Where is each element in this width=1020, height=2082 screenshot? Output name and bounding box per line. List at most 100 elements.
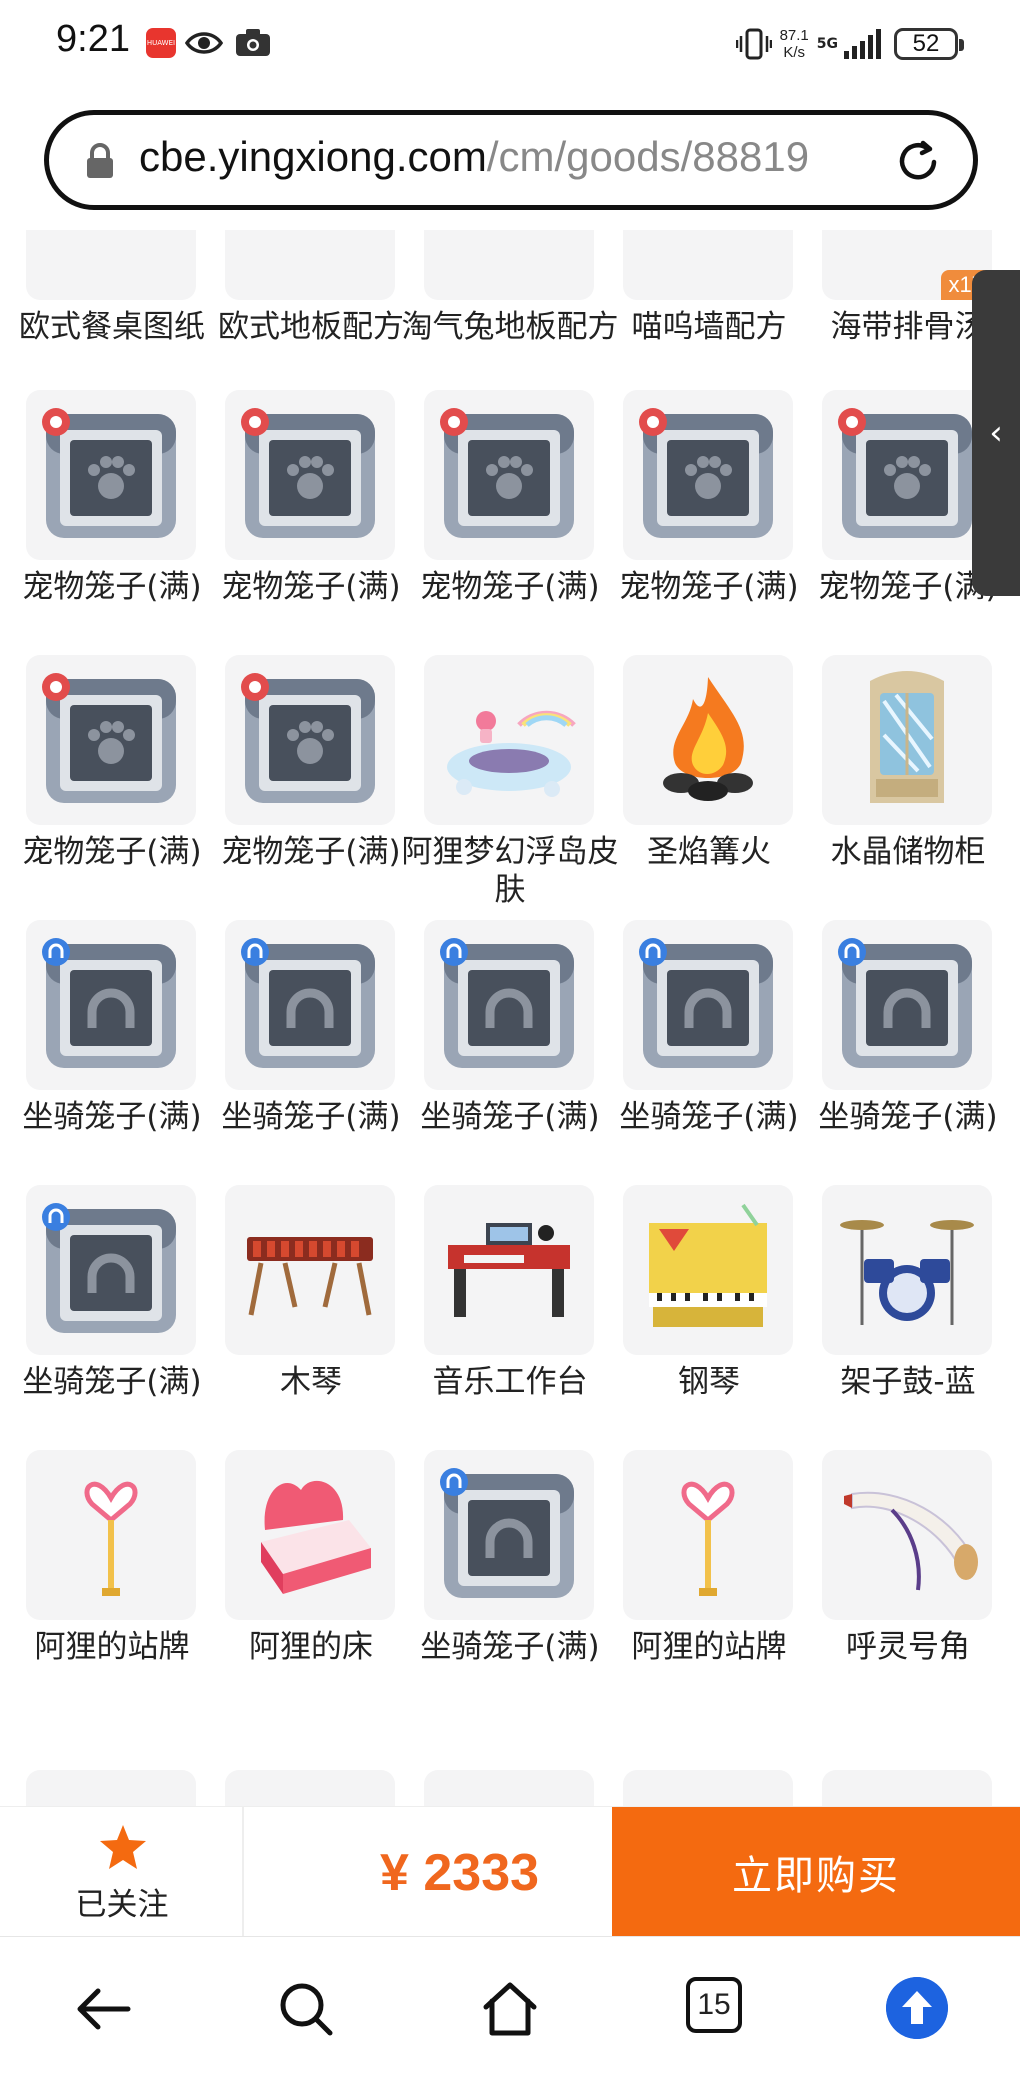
goods-item[interactable]: 阿狸的站牌 bbox=[0, 1450, 198, 1725]
goods-item[interactable]: 宠物笼子(满) bbox=[0, 655, 202, 930]
tabs-button[interactable]: 15 bbox=[686, 1977, 750, 2041]
goods-item[interactable]: 宠物笼子(满) bbox=[199, 390, 401, 665]
goods-item[interactable]: 宠物笼子(满) bbox=[597, 390, 799, 665]
goods-item[interactable]: 坐骑笼子(满) bbox=[597, 920, 799, 1195]
bonfire-icon bbox=[623, 655, 793, 825]
search-icon[interactable] bbox=[274, 1977, 338, 2041]
goods-item[interactable]: 坐骑笼子(满) bbox=[796, 920, 998, 1195]
recipe-paper-icon bbox=[623, 230, 793, 300]
goods-item[interactable]: 欧式餐桌图纸 bbox=[0, 230, 205, 405]
goods-item[interactable]: 淘气兔地板配方 bbox=[398, 230, 619, 405]
goods-item[interactable]: 欧式地板配方 bbox=[199, 230, 404, 405]
status-indicators: 87.1 K/s 5G 52 bbox=[735, 22, 964, 66]
item-thumb bbox=[424, 1770, 594, 1806]
item-row: 欧式餐桌图纸 欧式地板配方 淘气兔地板配方 喵呜墙配方 x17 海带排骨汤 bbox=[0, 230, 1020, 405]
item-row: 宠物笼子(满) 宠物笼子(满) 宠物笼子(满) 宠物笼子(满) 宠物笼子(满) bbox=[0, 390, 1020, 665]
goods-item[interactable]: 喵呜墙配方 bbox=[597, 230, 795, 405]
goods-item[interactable]: 阿狸的床 bbox=[199, 1450, 397, 1725]
vibrate-icon bbox=[735, 28, 772, 60]
url-path: /cm/goods/88819 bbox=[486, 133, 810, 180]
goods-item[interactable]: 音乐工作台 bbox=[398, 1185, 596, 1460]
crystal-cabinet-icon bbox=[822, 655, 992, 825]
item-label: 宠物笼子(满) bbox=[221, 569, 401, 605]
eye-icon bbox=[185, 32, 223, 54]
item-label: 坐骑笼子(满) bbox=[221, 1099, 401, 1135]
goods-item[interactable]: 宠物笼子(满) bbox=[796, 390, 998, 665]
item-row: 阿狸的站牌 阿狸的床 坐骑笼子(满) 阿狸的站牌 呼灵号角 bbox=[0, 1450, 1020, 1725]
buy-now-button[interactable]: 立即购买 bbox=[612, 1807, 1020, 1937]
network-speed: 87.1 K/s bbox=[780, 27, 809, 61]
back-arrow-icon[interactable] bbox=[72, 1977, 136, 2041]
item-label: 阿狸的站牌 bbox=[34, 1629, 190, 1665]
item-label: 宠物笼子(满) bbox=[619, 569, 799, 605]
goods-item[interactable]: 圣焰篝火 bbox=[597, 655, 795, 930]
mount-cage-icon bbox=[623, 920, 793, 1090]
goods-item[interactable]: 呼灵号角 bbox=[796, 1450, 994, 1725]
item-label: 宠物笼子(满) bbox=[420, 569, 600, 605]
sign-post-icon bbox=[26, 1450, 196, 1620]
tabs-count: 15 bbox=[686, 1977, 742, 2033]
goods-item[interactable]: 钢琴 bbox=[597, 1185, 795, 1460]
goods-item[interactable]: 坐骑笼子(满) bbox=[398, 1450, 600, 1725]
url-text[interactable]: cbe.yingxiong.com/cm/goods/88819 bbox=[139, 133, 809, 181]
follow-button[interactable]: 已关注 bbox=[0, 1807, 244, 1937]
bed-icon bbox=[225, 1450, 395, 1620]
goods-item[interactable]: 坐骑笼子(满) bbox=[199, 920, 401, 1195]
pet-cage-icon bbox=[26, 390, 196, 560]
goods-item[interactable]: 水晶储物柜 bbox=[796, 655, 994, 930]
item-thumb bbox=[822, 1770, 992, 1806]
item-label: 架子鼓-蓝 bbox=[840, 1364, 976, 1400]
recipe-paper-icon bbox=[26, 230, 196, 300]
goods-item[interactable]: 架子鼓-蓝 bbox=[796, 1185, 994, 1460]
goods-item[interactable]: 坐骑笼子(满) bbox=[0, 920, 202, 1195]
item-label: 坐骑笼子(满) bbox=[420, 1099, 600, 1135]
item-label: 坐骑笼子(满) bbox=[420, 1629, 600, 1665]
home-icon[interactable] bbox=[478, 1977, 542, 2041]
signal-icon bbox=[844, 29, 881, 59]
url-host: cbe.yingxiong.com bbox=[139, 133, 487, 180]
address-bar[interactable]: cbe.yingxiong.com/cm/goods/88819 bbox=[44, 110, 978, 210]
mount-cage-icon bbox=[26, 1185, 196, 1355]
mount-cage-icon bbox=[26, 920, 196, 1090]
partial-item bbox=[199, 1770, 397, 1806]
goods-item[interactable]: 宠物笼子(满) bbox=[0, 390, 202, 665]
item-label: 坐骑笼子(满) bbox=[22, 1364, 202, 1400]
network-type: 5G bbox=[816, 36, 838, 52]
goods-item[interactable]: 坐骑笼子(满) bbox=[0, 1185, 202, 1460]
follow-label: 已关注 bbox=[75, 1887, 169, 1923]
status-bar: 9:21 HUAWEI 87.1 K/s 5G 52 bbox=[0, 0, 1020, 90]
pet-cage-icon bbox=[822, 390, 992, 560]
goods-item[interactable]: 阿狸梦幻浮岛皮肤 bbox=[398, 655, 619, 930]
item-label: 坐骑笼子(满) bbox=[619, 1099, 799, 1135]
side-drawer-tab[interactable]: ‹ bbox=[972, 270, 1020, 596]
mount-cage-icon bbox=[822, 920, 992, 1090]
goods-item[interactable]: 宠物笼子(满) bbox=[199, 655, 401, 930]
partial-item bbox=[398, 1770, 596, 1806]
recipe-paper-icon bbox=[424, 230, 594, 300]
goods-item[interactable]: 宠物笼子(满) bbox=[398, 390, 600, 665]
piano-icon bbox=[623, 1185, 793, 1355]
mount-cage-icon bbox=[424, 920, 594, 1090]
partial-item bbox=[0, 1770, 198, 1806]
item-label: 阿狸的床 bbox=[249, 1629, 373, 1665]
pet-cage-icon bbox=[623, 390, 793, 560]
item-label: 音乐工作台 bbox=[432, 1364, 588, 1400]
purchase-bar: 已关注 ¥ 2333 立即购买 bbox=[0, 1806, 1020, 1937]
goods-item[interactable]: 坐骑笼子(满) bbox=[398, 920, 600, 1195]
goods-item-grid: 欧式餐桌图纸 欧式地板配方 淘气兔地板配方 喵呜墙配方 x17 海带排骨汤 宠物笼子(满) 宠… bbox=[0, 230, 1020, 1806]
goods-item[interactable]: 阿狸的站牌 bbox=[597, 1450, 795, 1725]
chevron-left-icon: ‹ bbox=[989, 413, 1003, 453]
item-label: 欧式地板配方 bbox=[218, 309, 404, 345]
xylophone-icon bbox=[225, 1185, 395, 1355]
reload-icon[interactable] bbox=[893, 137, 943, 187]
item-row: 坐骑笼子(满) 木琴 音乐工作台 钢琴 架子鼓-蓝 bbox=[0, 1185, 1020, 1460]
item-label: 宠物笼子(满) bbox=[22, 569, 202, 605]
scroll-top-button[interactable] bbox=[886, 1977, 950, 2041]
price: ¥ 2333 bbox=[380, 1844, 540, 1902]
item-label: 喵呜墙配方 bbox=[631, 309, 787, 345]
item-label: 淘气兔地板配方 bbox=[401, 309, 619, 345]
partial-item bbox=[796, 1770, 994, 1806]
goods-item[interactable]: 木琴 bbox=[199, 1185, 397, 1460]
item-label: 欧式餐桌图纸 bbox=[19, 309, 205, 345]
goods-item[interactable]: x17 海带排骨汤 bbox=[796, 230, 994, 405]
